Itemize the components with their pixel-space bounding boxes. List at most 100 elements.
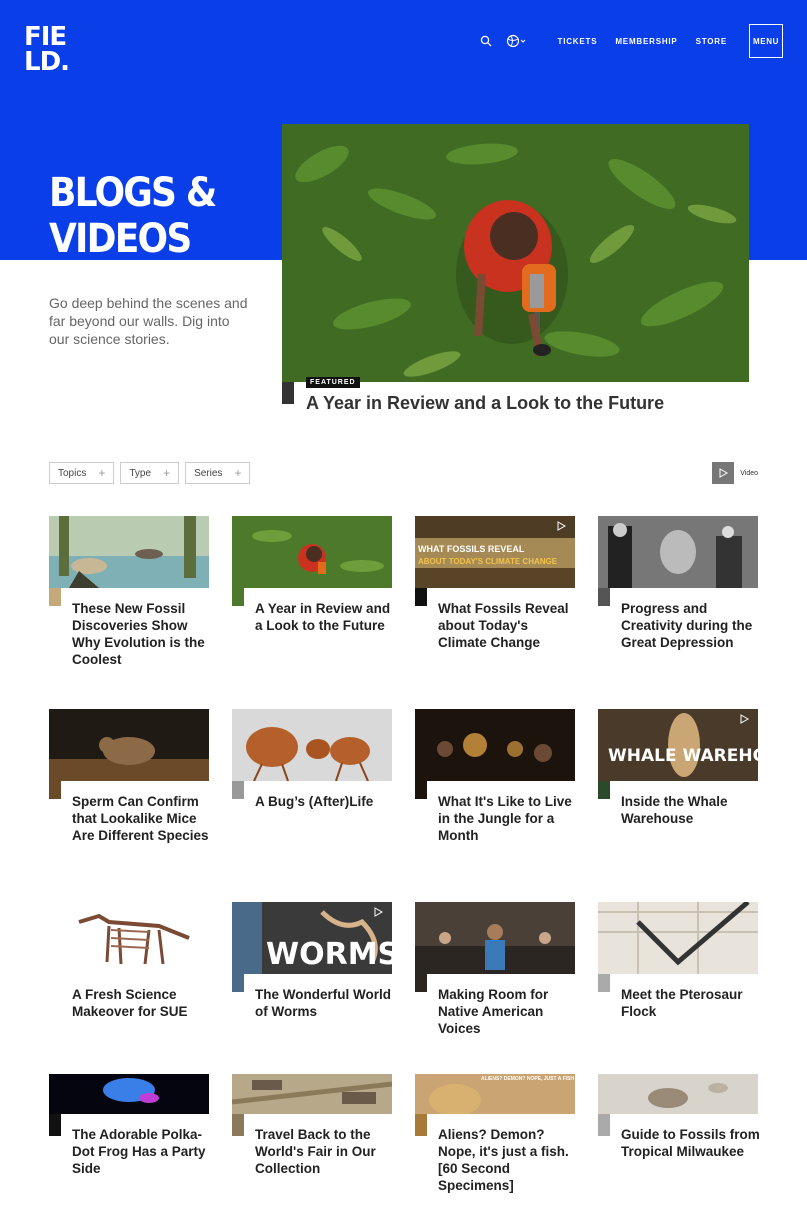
featured-accent-bar: [282, 382, 294, 404]
card-thumbnail: [232, 709, 392, 781]
card-title: A Year in Review and a Look to the Futur…: [255, 601, 391, 633]
card-thumbnail: [232, 1074, 392, 1114]
card-title: Meet the Pterosaur Flock: [621, 987, 743, 1019]
featured-image[interactable]: [282, 124, 749, 382]
topics-filter-label: Topics: [58, 467, 87, 479]
card-thumbnail: [415, 902, 575, 974]
card-thumbnail: [49, 709, 209, 781]
card-accent: [598, 1114, 610, 1136]
card-title: Sperm Can Confirm that Lookalike Mice Ar…: [72, 794, 209, 843]
thumb-text: WORMS: [266, 937, 392, 972]
story-card[interactable]: These New Fossil Discoveries Show Why Ev…: [49, 516, 209, 667]
card-title: The Adorable Polka-Dot Frog Has a Party …: [72, 1127, 206, 1176]
page-intro: Go deep behind the scenes and far beyond…: [49, 295, 248, 347]
search-icon[interactable]: [480, 35, 492, 47]
card-title: Aliens? Demon? Nope, it's just a fish. […: [438, 1127, 569, 1193]
card-thumbnail: [598, 902, 758, 974]
membership-link[interactable]: MEMBERSHIP: [615, 37, 677, 46]
story-card[interactable]: A Year in Review and a Look to the Futur…: [232, 516, 392, 633]
card-thumbnail: ALIENS? DEMON? NOPE, JUST A FISH: [415, 1074, 575, 1114]
card-accent: [598, 974, 610, 992]
tickets-link[interactable]: TICKETS: [558, 37, 598, 46]
plus-icon: +: [234, 466, 242, 480]
card-thumbnail: [49, 902, 209, 974]
card-accent: [232, 974, 244, 992]
card-accent: [598, 588, 610, 606]
card-title: These New Fossil Discoveries Show Why Ev…: [72, 601, 205, 667]
featured-tag: FEATURED: [306, 377, 360, 388]
play-icon: [374, 907, 384, 917]
card-accent: [415, 781, 427, 799]
card-title: Progress and Creativity during the Great…: [621, 601, 753, 650]
card-thumbnail: WHALE WAREHOUSE: [598, 709, 758, 781]
story-card[interactable]: Guide to Fossils from Tropical Milwaukee: [598, 1074, 760, 1159]
card-title: A Fresh Science Makeover for SUE: [72, 987, 188, 1019]
story-card[interactable]: The Adorable Polka-Dot Frog Has a Party …: [49, 1074, 209, 1176]
card-title: Guide to Fossils from Tropical Milwaukee: [621, 1127, 760, 1159]
menu-button[interactable]: MENU: [749, 24, 783, 58]
card-accent: [49, 1114, 61, 1136]
play-icon: [557, 521, 567, 531]
story-card[interactable]: WORMS The Wonderful World of Worms: [232, 902, 392, 1019]
thumb-text-line2: ABOUT TODAY'S CLIMATE CHANGE: [418, 557, 558, 566]
video-filter-label: Video: [740, 469, 758, 477]
thumb-text: WHALE WAREHOUSE: [608, 746, 758, 766]
story-card[interactable]: A Bug’s (After)Life: [232, 709, 392, 809]
card-title: What It's Like to Live in the Jungle for…: [438, 794, 572, 843]
story-card[interactable]: ALIENS? DEMON? NOPE, JUST A FISH Aliens?…: [415, 1074, 575, 1193]
page-title-line2: VIDEOS: [49, 216, 192, 262]
card-accent: [415, 974, 427, 992]
card-title: The Wonderful World of Worms: [255, 987, 391, 1019]
story-card[interactable]: Travel Back to the World's Fair in Our C…: [232, 1074, 392, 1176]
card-title: Travel Back to the World's Fair in Our C…: [255, 1127, 376, 1176]
thumb-text: ALIENS? DEMON? NOPE, JUST A FISH: [481, 1076, 574, 1082]
series-filter-label: Series: [194, 467, 223, 479]
story-card[interactable]: Meet the Pterosaur Flock: [598, 902, 758, 1019]
story-card[interactable]: A Fresh Science Makeover for SUE: [49, 902, 209, 1019]
thumb-text-line1: WHAT FOSSILS REVEAL: [418, 544, 525, 554]
field-museum-logo[interactable]: FIE LD.: [24, 24, 76, 76]
story-card[interactable]: WHAT FOSSILS REVEAL ABOUT TODAY'S CLIMAT…: [415, 516, 575, 650]
play-icon: [712, 462, 735, 484]
top-nav: TICKETS MEMBERSHIP STORE MENU: [480, 24, 783, 58]
filter-bar: Topics + Type + Series +: [49, 462, 256, 484]
card-accent: [49, 781, 61, 799]
story-card[interactable]: What It's Like to Live in the Jungle for…: [415, 709, 575, 843]
logo-text-bottom: LD.: [24, 47, 70, 77]
card-title: Inside the Whale Warehouse: [621, 794, 728, 826]
card-accent: [232, 781, 244, 799]
page-title: BLOGS & VIDEOS: [49, 170, 247, 262]
story-card[interactable]: WHALE WAREHOUSE Inside the Whale Warehou…: [598, 709, 758, 826]
card-thumbnail: [49, 516, 209, 588]
story-card[interactable]: Making Room for Native American Voices: [415, 902, 575, 1036]
story-card[interactable]: Sperm Can Confirm that Lookalike Mice Ar…: [49, 709, 209, 843]
card-thumbnail: [49, 1074, 209, 1114]
card-title: A Bug’s (After)Life: [255, 794, 374, 809]
type-filter-label: Type: [129, 467, 152, 479]
card-accent: [49, 588, 61, 606]
card-accent: [232, 1114, 244, 1136]
card-accent: [232, 588, 244, 606]
store-link[interactable]: STORE: [696, 37, 727, 46]
video-filter-toggle[interactable]: Video: [712, 462, 758, 484]
topics-filter[interactable]: Topics +: [49, 462, 115, 484]
page-title-line1: BLOGS &: [49, 170, 217, 216]
globe-icon[interactable]: [506, 34, 526, 48]
card-thumbnail: [598, 1074, 758, 1114]
card-thumbnail: [232, 516, 392, 588]
featured-story-title[interactable]: A Year in Review and a Look to the Futur…: [306, 393, 664, 414]
card-accent: [415, 588, 427, 606]
card-title: Making Room for Native American Voices: [438, 987, 549, 1036]
card-accent: [415, 1114, 427, 1136]
type-filter[interactable]: Type +: [120, 462, 180, 484]
story-card[interactable]: Progress and Creativity during the Great…: [598, 516, 758, 650]
play-icon: [740, 714, 750, 724]
series-filter[interactable]: Series +: [185, 462, 251, 484]
card-thumbnail: WORMS: [232, 902, 392, 974]
plus-icon: +: [98, 466, 106, 480]
card-thumbnail: [415, 709, 575, 781]
plus-icon: +: [163, 466, 171, 480]
card-thumbnail: [598, 516, 758, 588]
card-thumbnail: WHAT FOSSILS REVEAL ABOUT TODAY'S CLIMAT…: [415, 516, 575, 588]
card-accent: [598, 781, 610, 799]
